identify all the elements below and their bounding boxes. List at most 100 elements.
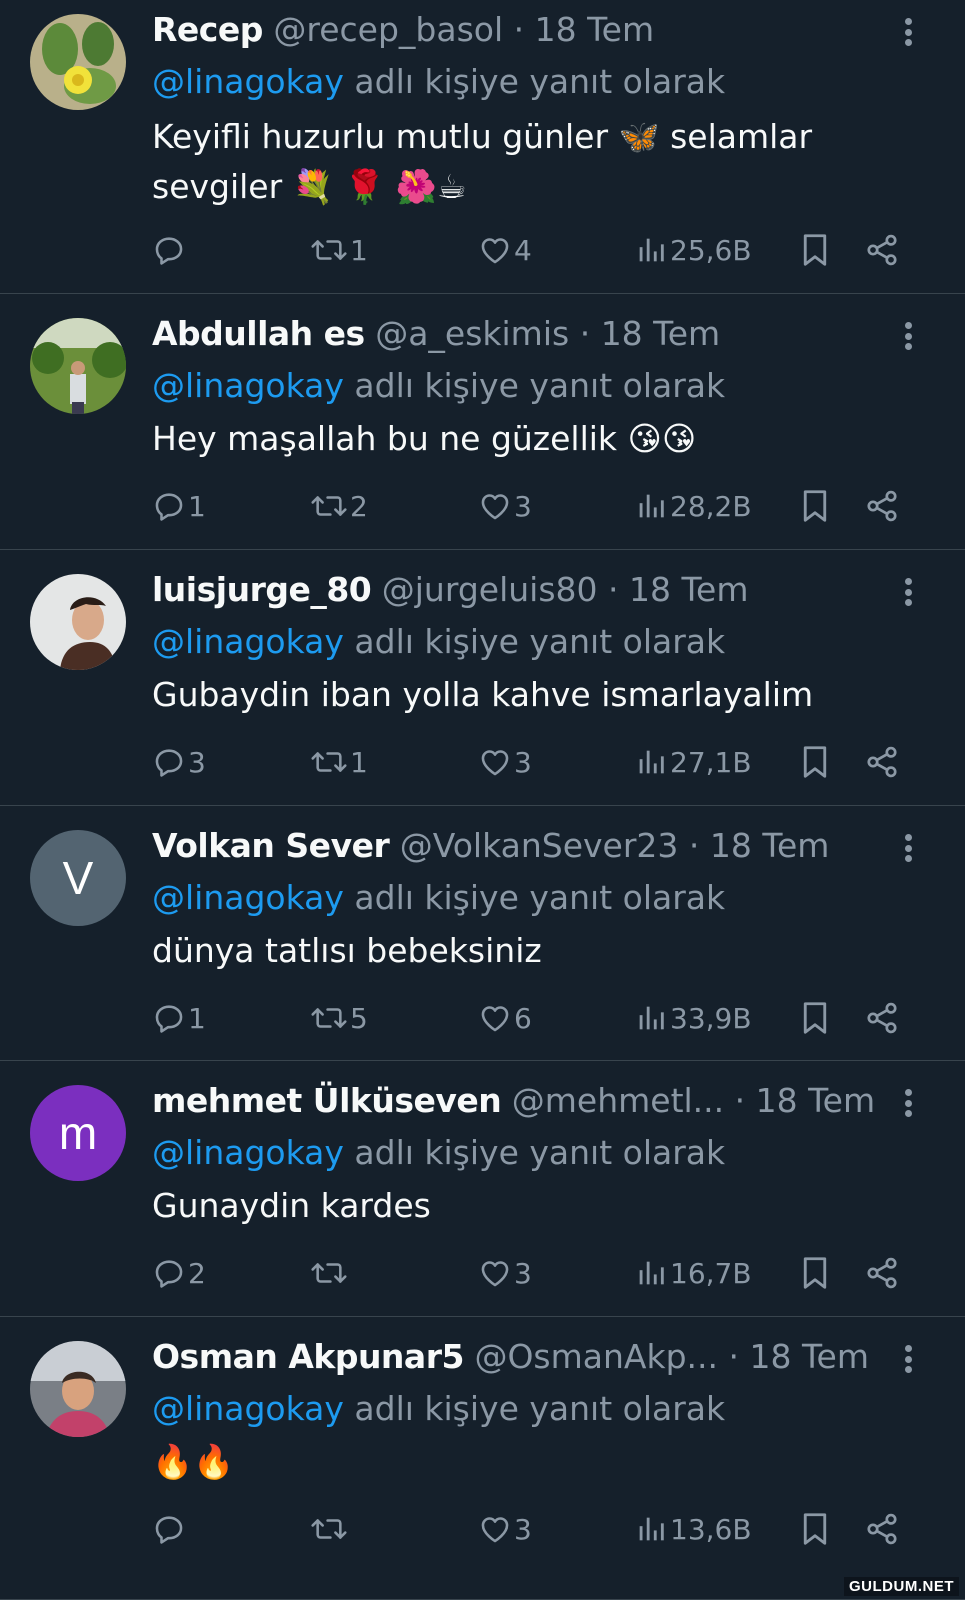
man-in-garden-avatar: [30, 318, 126, 414]
tweet-actions: 1 5 6 33,9B: [152, 996, 912, 1040]
like-button[interactable]: 3: [478, 1251, 532, 1295]
more-options-icon[interactable]: [903, 572, 913, 612]
retweet-button[interactable]: 5: [310, 996, 368, 1040]
reply-button[interactable]: 3: [152, 740, 206, 784]
like-button[interactable]: 4: [478, 228, 532, 272]
bookmark-button[interactable]: [800, 484, 830, 528]
views-button[interactable]: 27,1B: [634, 740, 752, 784]
reply-button[interactable]: 1: [152, 484, 206, 528]
mention-link[interactable]: @linagokay: [152, 622, 344, 661]
retweet-icon: [310, 489, 348, 523]
mention-link[interactable]: @linagokay: [152, 1133, 344, 1172]
views-button[interactable]: 33,9B: [634, 996, 752, 1040]
reply-context: @linagokay adlı kişiye yanıt olarak: [152, 364, 725, 408]
more-options-icon[interactable]: [903, 316, 913, 356]
share-icon: [864, 744, 900, 780]
tweet-text: dünya tatlısı bebeksiniz: [152, 931, 542, 970]
reply-count: 3: [188, 745, 206, 779]
user-handle[interactable]: @VolkanSever23: [400, 826, 679, 865]
avatar[interactable]: [30, 318, 126, 414]
share-button[interactable]: [864, 228, 900, 272]
like-button[interactable]: 3: [478, 740, 532, 784]
tweet-item[interactable]: Abdullah es @a_eskimis · 18 Tem @linagoka…: [0, 294, 965, 550]
mention-link[interactable]: @linagokay: [152, 878, 344, 917]
like-button[interactable]: 6: [478, 996, 532, 1040]
more-options-icon[interactable]: [903, 1339, 913, 1379]
like-count: 3: [514, 1512, 532, 1546]
tweet-item[interactable]: luisjurge_80 @jurgeluis80 · 18 Tem @linag…: [0, 550, 965, 806]
share-button[interactable]: [864, 1251, 900, 1295]
tweet-item[interactable]: m mehmet Ülküseven @mehmetl... · 18 Tem @l…: [0, 1061, 965, 1317]
tweet-item[interactable]: Recep @recep_basol · 18 Tem @linagokay ad…: [0, 0, 965, 294]
user-handle[interactable]: @mehmetl...: [512, 1081, 724, 1120]
mention-link[interactable]: @linagokay: [152, 1389, 344, 1428]
user-handle[interactable]: @a_eskimis: [375, 314, 569, 353]
retweet-button[interactable]: 2: [310, 484, 368, 528]
views-button[interactable]: 25,6B: [634, 228, 752, 272]
bookmark-button[interactable]: [800, 1507, 830, 1551]
display-name[interactable]: mehmet Ülküseven: [152, 1081, 502, 1120]
retweet-button[interactable]: 1: [310, 228, 368, 272]
reply-icon: [152, 1001, 186, 1035]
mention-link[interactable]: @linagokay: [152, 366, 344, 405]
reply-count: 2: [188, 1256, 206, 1290]
bookmark-button[interactable]: [800, 228, 830, 272]
display-name[interactable]: Abdullah es: [152, 314, 365, 353]
more-options-icon[interactable]: [903, 1083, 913, 1123]
reply-button[interactable]: 1: [152, 996, 206, 1040]
display-name[interactable]: Osman Akpunar5: [152, 1337, 464, 1376]
views-count: 25,6B: [670, 233, 752, 267]
reply-button[interactable]: [152, 228, 188, 272]
like-button[interactable]: 3: [478, 1507, 532, 1551]
user-handle[interactable]: @OsmanAkp...: [474, 1337, 718, 1376]
avatar[interactable]: V: [30, 830, 126, 926]
views-button[interactable]: 16,7B: [634, 1251, 752, 1295]
retweet-button[interactable]: 1: [310, 740, 368, 784]
tweet-item[interactable]: V Volkan Sever @VolkanSever23 · 18 Tem @li…: [0, 806, 965, 1061]
more-options-icon[interactable]: [903, 12, 913, 52]
timestamp[interactable]: 18 Tem: [756, 1081, 875, 1120]
share-button[interactable]: [864, 1507, 900, 1551]
timestamp[interactable]: 18 Tem: [629, 570, 748, 609]
timestamp[interactable]: 18 Tem: [535, 10, 654, 49]
like-button[interactable]: 3: [478, 484, 532, 528]
timestamp[interactable]: 18 Tem: [710, 826, 829, 865]
avatar[interactable]: [30, 1341, 126, 1437]
avatar[interactable]: [30, 14, 126, 110]
retweet-button[interactable]: [310, 1251, 350, 1295]
tweet-item[interactable]: Osman Akpunar5 @OsmanAkp... · 18 Tem @lin…: [0, 1317, 965, 1600]
display-name[interactable]: Recep: [152, 10, 263, 49]
timestamp[interactable]: 18 Tem: [601, 314, 720, 353]
avatar[interactable]: m: [30, 1085, 126, 1181]
more-options-icon[interactable]: [903, 828, 913, 868]
bookmark-button[interactable]: [800, 740, 830, 784]
reply-icon: [152, 1256, 186, 1290]
share-button[interactable]: [864, 484, 900, 528]
share-button[interactable]: [864, 740, 900, 784]
views-button[interactable]: 13,6B: [634, 1507, 752, 1551]
display-name[interactable]: Volkan Sever: [152, 826, 390, 865]
like-count: 3: [514, 1256, 532, 1290]
avatar[interactable]: [30, 574, 126, 670]
timestamp[interactable]: 18 Tem: [749, 1337, 868, 1376]
bookmark-button[interactable]: [800, 996, 830, 1040]
retweet-icon: [310, 1256, 348, 1290]
mention-link[interactable]: @linagokay: [152, 62, 344, 101]
display-name[interactable]: luisjurge_80: [152, 570, 372, 609]
tweet-header: Recep @recep_basol · 18 Tem: [152, 8, 895, 52]
retweet-button[interactable]: [310, 1507, 350, 1551]
tweet-text: 🔥🔥: [152, 1442, 235, 1481]
bookmark-icon: [800, 1000, 830, 1036]
reply-button[interactable]: [152, 1507, 188, 1551]
retweet-count: 2: [350, 489, 368, 523]
user-handle[interactable]: @jurgeluis80: [382, 570, 598, 609]
bookmark-button[interactable]: [800, 1251, 830, 1295]
reply-button[interactable]: 2: [152, 1251, 206, 1295]
views-button[interactable]: 28,2B: [634, 484, 752, 528]
views-icon: [634, 1001, 668, 1035]
reply-context: @linagokay adlı kişiye yanıt olarak: [152, 1387, 725, 1431]
user-handle[interactable]: @recep_basol: [273, 10, 503, 49]
share-button[interactable]: [864, 996, 900, 1040]
like-icon: [478, 1256, 512, 1290]
reply-context-text: adlı kişiye yanıt olarak: [354, 622, 726, 661]
